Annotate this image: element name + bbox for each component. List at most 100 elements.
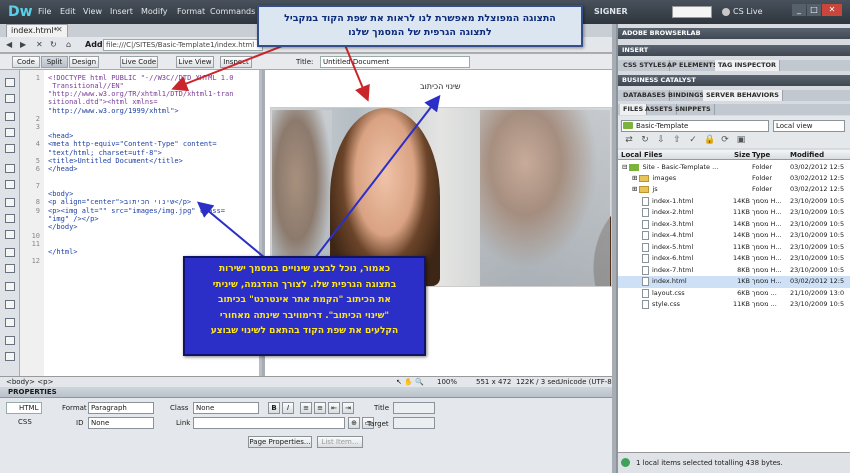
file-row-folder[interactable]: ⊞ js Folder 03/02/2012 12:5	[618, 184, 850, 196]
select-parent-tag-icon[interactable]	[5, 164, 15, 173]
remove-comment-icon[interactable]	[5, 264, 15, 273]
maximize-button[interactable]: □	[807, 4, 821, 16]
indent-icon[interactable]: ⇥	[342, 402, 354, 414]
column-size[interactable]: Size	[734, 151, 750, 160]
menu-edit[interactable]: Edit	[60, 5, 76, 19]
tab-bindings[interactable]: BINDINGS	[665, 90, 709, 101]
file-row-site[interactable]: ⊟ Site - Basic-Template ... Folder 03/02/…	[618, 162, 850, 174]
synchronize-icon[interactable]: ⟳	[720, 135, 730, 145]
select-tool-icon[interactable]: ↖ ✋ 🔍	[396, 377, 424, 387]
help-search-input[interactable]	[672, 6, 712, 18]
file-row[interactable]: index-1.html 14KB מסמך H... 23/10/2009 1…	[618, 196, 850, 208]
design-view-button[interactable]: Design	[69, 56, 99, 68]
menu-view[interactable]: View	[83, 5, 102, 19]
address-input[interactable]: file:///C|/SITES/Basic-Template1/index.h…	[103, 39, 263, 51]
bold-button[interactable]: B	[268, 402, 280, 414]
tab-tag-inspector[interactable]: TAG INSPECTOR	[715, 60, 781, 71]
menu-file[interactable]: File	[38, 5, 51, 19]
view-select[interactable]: Local view	[773, 120, 845, 132]
site-select[interactable]: Basic-Template	[621, 120, 769, 132]
file-row-folder[interactable]: ⊞ images Folder 03/02/2012 12:5	[618, 173, 850, 185]
file-row[interactable]: index-6.html 14KB מסמך H... 23/10/2009 1…	[618, 253, 850, 265]
zoom-select[interactable]: 100%	[437, 377, 457, 387]
highlight-invalid-code-icon[interactable]	[5, 214, 15, 223]
document-title-input[interactable]: Untitled Document	[320, 56, 470, 68]
split-view-button[interactable]: Split	[41, 56, 68, 68]
apply-comment-icon[interactable]	[5, 248, 15, 257]
wrap-tag-icon[interactable]	[5, 282, 15, 291]
ordered-list-icon[interactable]: ≡	[314, 402, 326, 414]
title-prop-input[interactable]	[393, 402, 435, 414]
live-view-button[interactable]: Live View	[176, 56, 214, 68]
forward-arrow-icon[interactable]: ▶	[20, 40, 31, 50]
menu-commands[interactable]: Commands	[210, 5, 255, 19]
column-local-files[interactable]: Local Files	[621, 151, 662, 160]
menu-modify[interactable]: Modify	[141, 5, 168, 19]
unordered-list-icon[interactable]: ≡	[300, 402, 312, 414]
id-select[interactable]: None	[88, 417, 154, 429]
home-icon[interactable]: ⌂	[66, 40, 77, 50]
check-out-icon[interactable]: ✓	[688, 135, 698, 145]
open-documents-icon[interactable]	[5, 78, 15, 87]
indent-code-icon[interactable]	[5, 336, 15, 345]
tab-snippets[interactable]: SNIPPETS	[672, 104, 715, 115]
collapse-selection-icon[interactable]	[5, 128, 15, 137]
close-window-button[interactable]: ✕	[822, 4, 842, 16]
tab-css-styles[interactable]: CSS STYLES	[620, 60, 671, 71]
back-arrow-icon[interactable]: ◀	[6, 40, 17, 50]
point-to-file-icon[interactable]: ⊕	[348, 417, 360, 429]
tab-ap-elements[interactable]: AP ELEMENTS	[664, 60, 722, 71]
tab-databases[interactable]: DATABASES	[620, 90, 670, 101]
file-row[interactable]: index-7.html 8KB מסמך H... 23/10/2009 10…	[618, 265, 850, 277]
file-row[interactable]: style.css 11KB מסמך ... 23/10/2009 10:5	[618, 299, 850, 311]
balance-braces-icon[interactable]	[5, 180, 15, 189]
workspace-switcher[interactable]: SIGNER	[594, 5, 628, 19]
column-type[interactable]: Type	[752, 151, 770, 160]
line-numbers-icon[interactable]	[5, 198, 15, 207]
refresh-files-icon[interactable]: ↻	[640, 135, 650, 145]
cs-live-button[interactable]: CS Live	[733, 5, 763, 19]
page-properties-button[interactable]: Page Properties...	[248, 436, 312, 448]
close-tab-icon[interactable]: ✕	[56, 25, 63, 34]
column-modified[interactable]: Modified	[790, 151, 824, 160]
file-row-selected[interactable]: index.html 1KB מסמך H... 03/02/2012 12:5	[618, 276, 850, 288]
show-code-navigator-icon[interactable]	[5, 94, 15, 103]
target-select[interactable]	[393, 417, 435, 429]
tab-server-behaviors[interactable]: SERVER BEHAVIORS	[703, 90, 783, 101]
list-item-button[interactable]: List Item...	[317, 436, 363, 448]
panel-insert[interactable]: INSERT	[618, 45, 850, 56]
menu-insert[interactable]: Insert	[110, 5, 133, 19]
expand-panel-icon[interactable]: ▣	[736, 135, 746, 145]
outdent-icon[interactable]: ⇤	[328, 402, 340, 414]
file-row[interactable]: index-3.html 14KB מסמך H... 23/10/2009 1…	[618, 219, 850, 231]
class-select[interactable]: None	[193, 402, 259, 414]
code-view-button[interactable]: Code	[12, 56, 40, 68]
format-select[interactable]: Paragraph	[88, 402, 154, 414]
put-files-icon[interactable]: ⇧	[672, 135, 682, 145]
stop-icon[interactable]: ✕	[36, 40, 47, 50]
move-css-icon[interactable]	[5, 318, 15, 327]
syntax-coloring-icon[interactable]	[5, 230, 15, 239]
menu-format[interactable]: Format	[177, 5, 205, 19]
recent-snippets-icon[interactable]	[5, 300, 15, 309]
design-heading-text[interactable]: שינוי הכיתוב	[420, 82, 460, 92]
html-properties-tab[interactable]: HTML	[6, 402, 42, 414]
window-size[interactable]: 551 x 472	[476, 377, 511, 387]
check-in-icon[interactable]: 🔒	[704, 135, 715, 145]
panel-business-catalyst[interactable]: BUSINESS CATALYST	[618, 75, 850, 86]
live-code-button[interactable]: Live Code	[120, 56, 158, 68]
connect-icon[interactable]: ⇄	[624, 135, 634, 145]
file-row[interactable]: layout.css 6KB מסמך ... 21/10/2009 13:0	[618, 288, 850, 300]
file-row[interactable]: index-4.html 14KB מסמך H... 23/10/2009 1…	[618, 230, 850, 242]
css-properties-tab[interactable]: CSS	[6, 417, 32, 427]
link-input[interactable]	[193, 417, 345, 429]
get-files-icon[interactable]: ⇩	[656, 135, 666, 145]
file-row[interactable]: index-2.html 11KB מסמך H... 23/10/2009 1…	[618, 207, 850, 219]
refresh-icon[interactable]: ↻	[50, 40, 61, 50]
file-row[interactable]: index-5.html 11KB מסמך H... 23/10/2009 1…	[618, 242, 850, 254]
tag-selector[interactable]: <body> <p>	[6, 377, 53, 387]
format-source-icon[interactable]	[5, 352, 15, 361]
expand-all-icon[interactable]	[5, 144, 15, 153]
properties-header[interactable]: PROPERTIES	[0, 387, 612, 398]
collapse-tag-icon[interactable]	[5, 112, 15, 121]
